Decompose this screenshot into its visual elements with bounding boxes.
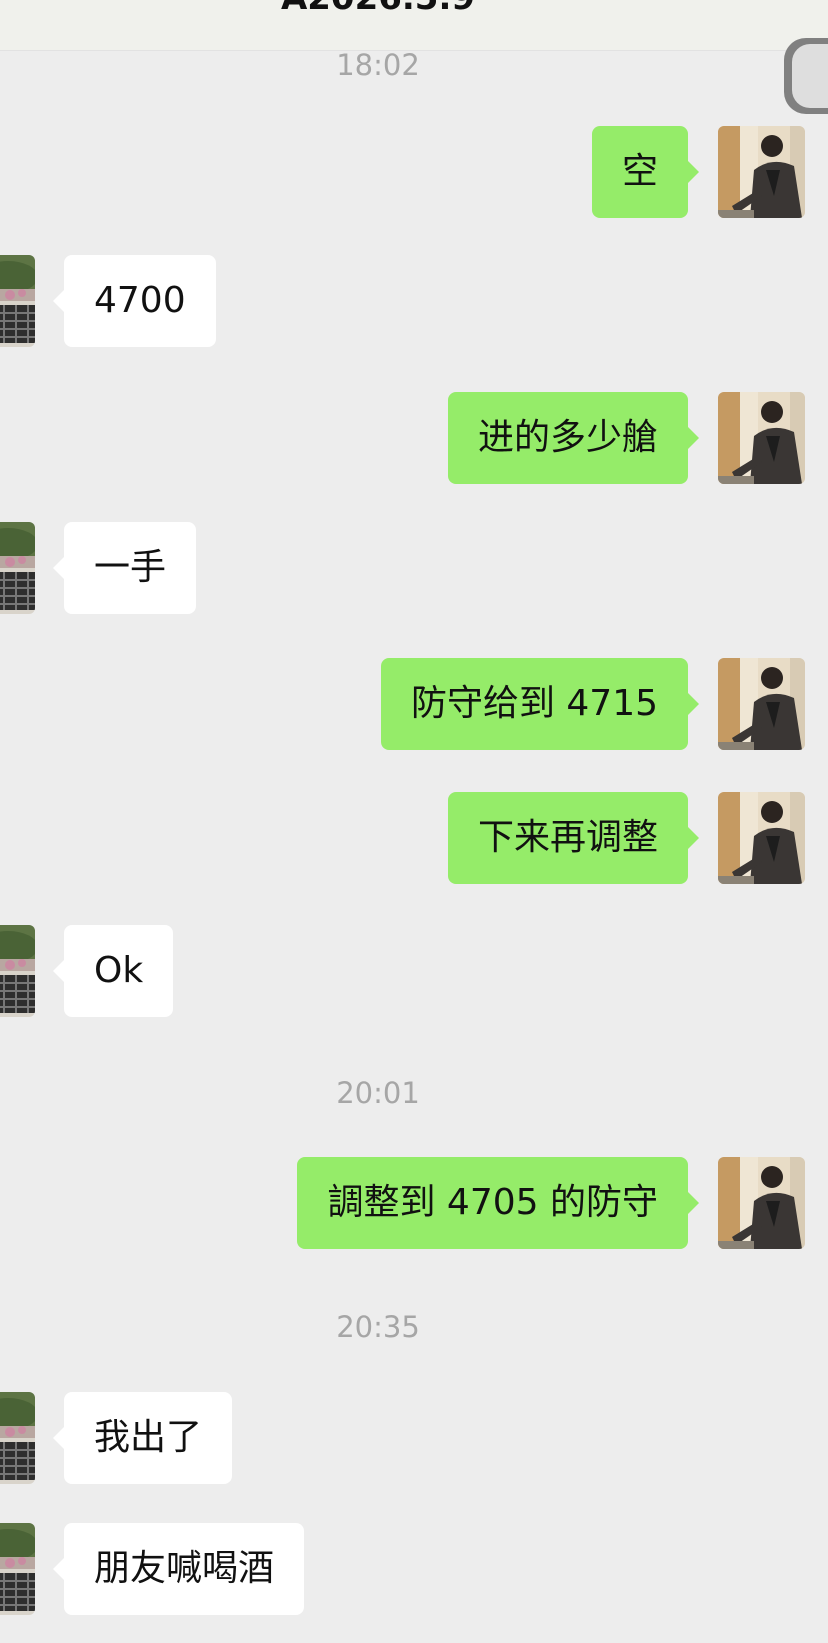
contact-avatar[interactable] [0, 1523, 35, 1615]
message-bubble-outgoing[interactable]: 下来再调整 [447, 792, 700, 884]
floating-back-button-face[interactable]: 《 [792, 44, 828, 108]
floating-back-button[interactable]: 《 [784, 38, 828, 114]
timestamp: 18:02 [336, 48, 420, 82]
timestamp: 20:01 [336, 1076, 420, 1110]
message-bubble-incoming[interactable]: Ok [52, 925, 174, 1017]
my-avatar[interactable] [718, 658, 805, 750]
chevron-left-icon: 《 [806, 46, 828, 106]
my-avatar[interactable] [718, 792, 805, 884]
timestamp: 20:35 [336, 1310, 420, 1344]
message-bubble-outgoing[interactable]: 空 [591, 126, 700, 218]
message-bubble-incoming[interactable]: 一手 [52, 522, 197, 614]
message-bubble-incoming[interactable]: 4700 [53, 255, 216, 347]
my-avatar[interactable] [718, 126, 805, 218]
contact-avatar[interactable] [0, 1392, 35, 1484]
my-avatar[interactable] [718, 1157, 805, 1249]
message-bubble-outgoing[interactable]: 进的多少艙 [447, 392, 700, 484]
contact-avatar[interactable] [0, 522, 35, 614]
chat-header: A2026.5.9 ··· [0, 0, 828, 51]
my-avatar[interactable] [718, 392, 805, 484]
contact-avatar[interactable] [0, 255, 35, 347]
message-bubble-incoming[interactable]: 朋友喊喝酒 [52, 1523, 305, 1615]
chat-screen: A2026.5.9 ··· 《 18:02 空 4700 进的多少艙 一手 防守… [0, 0, 828, 1643]
message-bubble-incoming[interactable]: 我出了 [52, 1392, 233, 1484]
message-bubble-outgoing[interactable]: 防守给到 4715 [380, 658, 700, 750]
chat-title: A2026.5.9 [0, 0, 756, 18]
more-options-button[interactable]: ··· [764, 0, 806, 16]
contact-avatar[interactable] [0, 925, 35, 1017]
message-bubble-outgoing[interactable]: 調整到 4705 的防守 [297, 1157, 699, 1249]
